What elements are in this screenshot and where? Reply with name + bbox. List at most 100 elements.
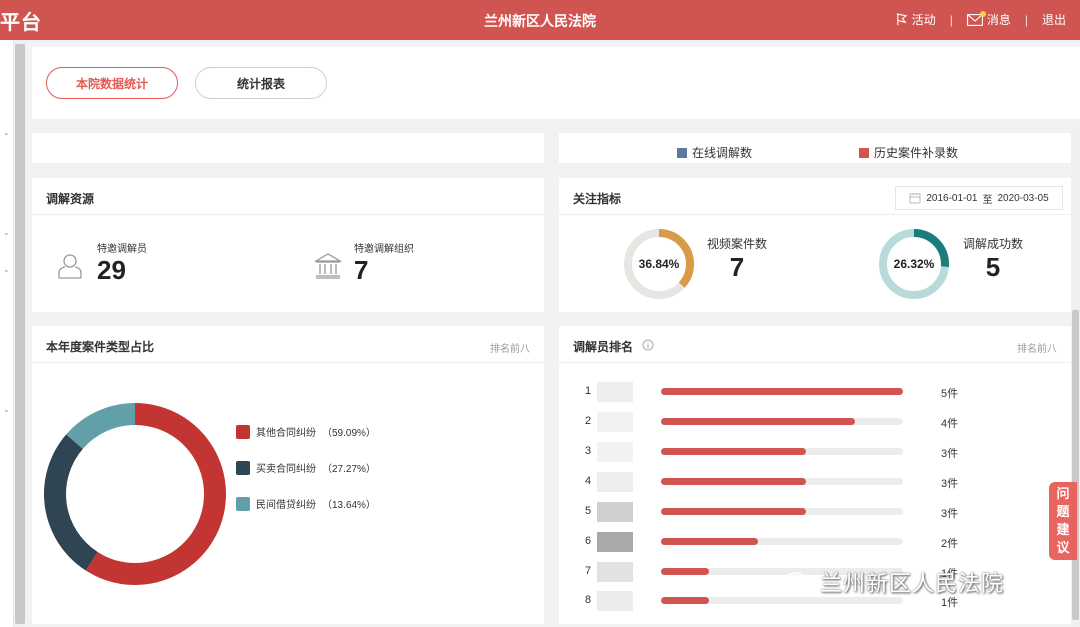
rank-bar — [661, 508, 807, 515]
legend-percent: （13.64%） — [322, 500, 376, 511]
mail-icon — [966, 10, 986, 26]
feedback-char: 问 — [1056, 486, 1070, 501]
table-row: 3 3件 — [559, 442, 1071, 462]
chevron-down-icon[interactable]: ⌄ — [3, 265, 10, 274]
video-case-count: 7 — [729, 252, 745, 282]
donut-fragment — [787, 133, 847, 137]
legend-online-label: 在线调解数 — [692, 146, 753, 160]
feedback-char: 建 — [1056, 522, 1070, 537]
mediator-name-blurred — [597, 502, 633, 522]
legend-label: 买卖合同纠纷 — [256, 464, 316, 475]
rank-number: 3 — [585, 445, 592, 457]
rank-bar — [661, 448, 807, 455]
table-row: 4 3件 — [559, 472, 1071, 492]
partial-panel-left — [32, 133, 544, 163]
chevron-down-icon[interactable]: ⌄ — [3, 128, 10, 137]
divider — [559, 214, 1071, 215]
pie-slice — [66, 403, 135, 449]
rank-bar-track — [661, 388, 903, 395]
success-count: 5 — [985, 252, 1001, 282]
mediator-name-blurred — [597, 442, 633, 462]
header-actions: 活动 | 消息 | 退出 — [895, 10, 1066, 28]
rank-number: 8 — [585, 594, 592, 606]
tab-reports[interactable]: 统计报表 — [195, 67, 327, 99]
legend-online: 在线调解数 — [677, 144, 752, 161]
message-label: 消息 — [986, 13, 1011, 27]
scrollbar-thumb[interactable] — [15, 44, 25, 624]
table-row: 1 5件 — [559, 382, 1071, 402]
chevron-down-icon[interactable]: ⌄ — [3, 228, 10, 237]
table-row: 6 2件 — [559, 532, 1071, 552]
case-type-panel: 本年度案件类型占比 排名前八 其他合同纠纷 （59.09%） 买卖合同纠纷 （2… — [32, 326, 544, 624]
legend-swatch — [236, 496, 250, 511]
table-row: 2 4件 — [559, 412, 1071, 432]
video-case-donut: 36.84% — [623, 228, 695, 300]
case-type-title: 本年度案件类型占比 — [46, 340, 155, 354]
resources-title: 调解资源 — [46, 192, 95, 206]
success-donut: 26.32% — [878, 228, 950, 300]
feedback-button[interactable]: 问 题 建 议 — [1049, 482, 1077, 560]
activity-link[interactable]: 活动 — [895, 11, 936, 28]
mediator-name-blurred — [597, 562, 633, 582]
video-case-stat: 视频案件数 7 — [707, 235, 767, 282]
logout-label: 退出 — [1041, 13, 1066, 27]
indicators-title: 关注指标 — [573, 192, 622, 206]
rank-bar-track — [661, 448, 903, 455]
legend-history: 历史案件补录数 — [859, 144, 958, 161]
rank-number: 7 — [585, 565, 592, 577]
info-icon[interactable] — [642, 339, 654, 351]
rank-value: 5件 — [941, 388, 959, 400]
date-to: 2020-03-05 — [997, 192, 1049, 204]
logout-link[interactable]: 退出 — [1042, 11, 1066, 28]
legend-label: 民间借贷纠纷 — [256, 500, 316, 511]
scrollbar-thumb[interactable] — [1072, 310, 1079, 620]
mediator-name-blurred — [597, 412, 633, 432]
rank-bar — [661, 418, 855, 425]
indicators-panel: 关注指标 2016-01-01 至 2020-03-05 36.84% 视频案件… — [559, 178, 1071, 312]
header-separator: | — [949, 12, 953, 27]
video-case-label: 视频案件数 — [707, 237, 768, 251]
legend-swatch — [236, 460, 250, 475]
mediator-name-blurred — [597, 382, 633, 402]
organization-count: 7 — [354, 255, 369, 285]
activity-label: 活动 — [911, 13, 936, 27]
left-scrollbar[interactable] — [14, 40, 26, 627]
organization-label: 特邀调解组织 — [354, 244, 414, 255]
date-range-picker[interactable]: 2016-01-01 至 2020-03-05 — [895, 186, 1063, 210]
wechat-icon — [785, 572, 813, 591]
divider — [32, 214, 544, 215]
rank-number: 5 — [585, 505, 592, 517]
rank-value: 2件 — [941, 538, 959, 550]
legend-swatch — [236, 424, 250, 439]
rank-value: 3件 — [941, 478, 959, 490]
tab-panel: 本院数据统计 统计报表 — [32, 47, 1080, 119]
ranking-subtitle: 排名前八 — [1017, 344, 1057, 355]
tab-hospital-stats[interactable]: 本院数据统计 — [46, 67, 178, 99]
organization-stat: 特邀调解组织 7 — [354, 240, 414, 285]
divider — [559, 362, 1071, 363]
calendar-icon — [909, 193, 921, 204]
left-sidebar: ⌄ ⌄ ⌄ ⌄ — [0, 40, 14, 627]
divider — [32, 362, 544, 363]
institution-icon — [314, 253, 342, 279]
rank-value: 4件 — [941, 418, 959, 430]
message-link[interactable]: 消息 — [966, 10, 1011, 28]
success-label: 调解成功数 — [963, 237, 1024, 251]
rank-bar-track — [661, 418, 903, 425]
rank-bar-track — [661, 597, 903, 604]
legend-label: 其他合同纠纷 — [256, 428, 316, 439]
partial-panel-right: 在线调解数 历史案件补录数 — [559, 133, 1071, 163]
chevron-down-icon[interactable]: ⌄ — [3, 405, 10, 414]
video-case-percent: 36.84% — [638, 257, 680, 271]
resources-panel: 调解资源 特邀调解员 29 特邀调解组织 7 — [32, 178, 544, 312]
rank-bar-track — [661, 538, 903, 545]
watermark-text: 兰州新区人民法院 — [820, 571, 1005, 596]
rank-value: 3件 — [941, 448, 959, 460]
person-icon — [58, 254, 82, 279]
date-from: 2016-01-01 — [926, 192, 978, 204]
mediator-name-blurred — [597, 472, 633, 492]
rank-number: 1 — [585, 385, 592, 397]
top-header: 平台 兰州新区人民法院 活动 | 消息 | 退出 — [0, 0, 1080, 40]
rank-bar — [661, 597, 710, 604]
rank-bar — [661, 478, 807, 485]
